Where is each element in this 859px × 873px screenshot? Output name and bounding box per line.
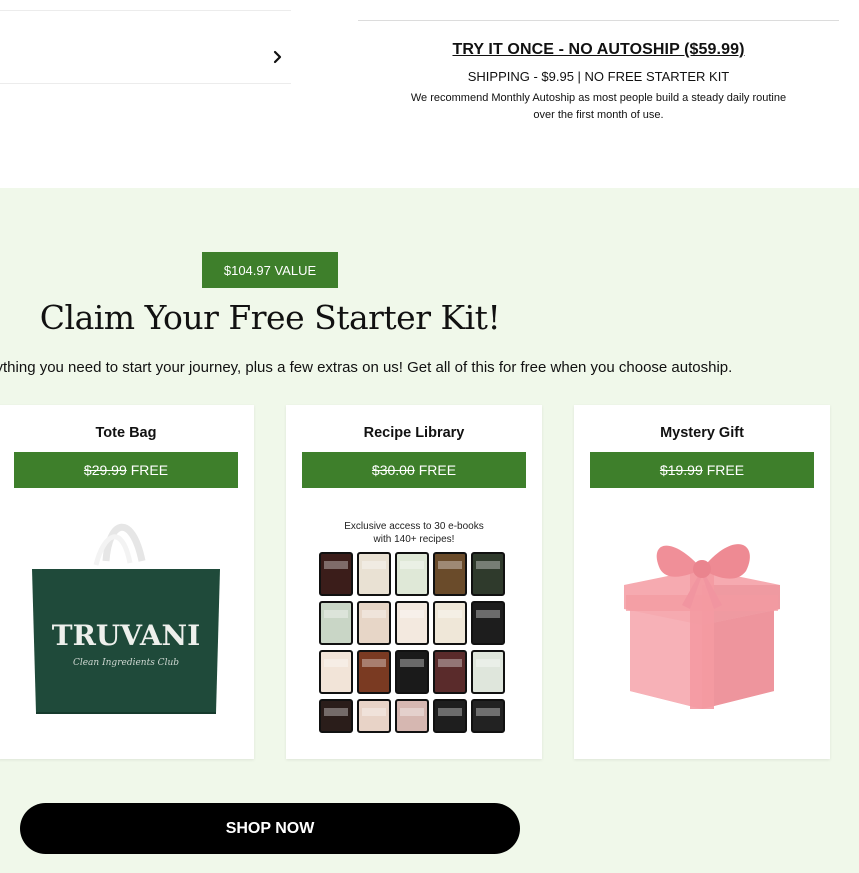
- ebook-cover-title-band: [400, 610, 424, 618]
- recipe-caption-line2: with 140+ recipes!: [373, 534, 455, 545]
- ebook-cover: [395, 601, 429, 645]
- try-once-option-title[interactable]: TRY IT ONCE - NO AUTOSHIP ($59.99): [358, 41, 839, 59]
- ebook-cover: [357, 650, 391, 694]
- purchase-options-section: TRY IT ONCE - NO AUTOSHIP ($59.99) SHIPP…: [0, 0, 859, 188]
- ebook-cover-title-band: [324, 659, 348, 667]
- old-price: $19.99: [659, 462, 703, 478]
- ebook-cover: [433, 650, 467, 694]
- starter-kit-description: Everything you need to start your journe…: [0, 359, 733, 376]
- price-bar: $30.00 FREE: [302, 452, 526, 488]
- ebook-cover: [319, 601, 353, 645]
- ebook-cover: [357, 601, 391, 645]
- kit-item-title: Mystery Gift: [660, 425, 744, 441]
- ebook-cover: [319, 552, 353, 596]
- recommendation-note: We recommend Monthly Autoship as most pe…: [410, 92, 787, 121]
- ebook-cover-title-band: [438, 610, 462, 618]
- price-bar: $29.99 FREE: [14, 452, 238, 488]
- ebook-grid: [319, 552, 505, 733]
- tote-brand-text: TRUVANI: [52, 619, 201, 652]
- ebook-cover-title-band: [476, 659, 500, 667]
- ebook-cover: [471, 650, 505, 694]
- gift-box-image: [624, 544, 780, 709]
- ebook-cover: [433, 601, 467, 645]
- ebook-cover-title-band: [400, 708, 424, 716]
- ebook-cover-title-band: [438, 561, 462, 569]
- ebook-cover-title-band: [362, 561, 386, 569]
- recipe-caption-line1: Exclusive access to 30 e-books: [344, 521, 484, 532]
- value-badge: $104.97 VALUE: [202, 252, 338, 288]
- free-label: FREE: [706, 462, 745, 478]
- ebook-cover: [395, 650, 429, 694]
- ebook-cover-title-band: [476, 561, 500, 569]
- ebook-cover: [471, 552, 505, 596]
- tote-sub-text: Clean Ingredients Club: [73, 658, 179, 668]
- ebook-cover-title-band: [476, 708, 500, 716]
- ebook-cover-title-band: [324, 561, 348, 569]
- accordion-row[interactable]: [0, 11, 291, 84]
- recipe-library-image: Exclusive access to 30 e-books with 140+…: [319, 521, 505, 733]
- ebook-cover: [471, 601, 505, 645]
- ebook-cover-title-band: [438, 708, 462, 716]
- tote-bag-image: TRUVANI Clean Ingredients Club: [32, 523, 220, 714]
- ebook-cover-title-band: [362, 610, 386, 618]
- free-label: FREE: [130, 462, 169, 478]
- kit-item-card-tote-bag: Tote Bag $29.99 FREE TRUVANI Clean Ingre…: [0, 405, 254, 759]
- kit-item-card-mystery-gift: Mystery Gift $19.99 FREE: [574, 405, 830, 759]
- kit-item-title: Recipe Library: [363, 425, 465, 441]
- ebook-cover: [319, 650, 353, 694]
- ebook-cover: [433, 552, 467, 596]
- page-title: Claim Your Free Starter Kit!: [39, 298, 501, 337]
- shipping-info: SHIPPING - $9.95 | NO FREE STARTER KIT: [467, 69, 730, 84]
- price-bar: $19.99 FREE: [590, 452, 814, 488]
- divider: [358, 20, 839, 21]
- ebook-cover-title-band: [400, 561, 424, 569]
- shop-now-button[interactable]: SHOP NOW: [20, 803, 520, 854]
- ebook-cover-title-band: [362, 659, 386, 667]
- free-label: FREE: [418, 462, 457, 478]
- old-price: $30.00: [371, 462, 415, 478]
- ebook-cover-title-band: [438, 659, 462, 667]
- ebook-cover: [395, 552, 429, 596]
- ebook-cover-title-band: [362, 708, 386, 716]
- kit-item-title: Tote Bag: [95, 425, 157, 441]
- ebook-cover: [357, 552, 391, 596]
- ebook-cover-title-band: [476, 610, 500, 618]
- chevron-right-icon: [273, 50, 282, 64]
- kit-item-card-recipe-library: Recipe Library $30.00 FREE Exclusive acc…: [286, 405, 542, 759]
- ebook-cover-title-band: [324, 610, 348, 618]
- old-price: $29.99: [83, 462, 127, 478]
- ebook-cover-title-band: [324, 708, 348, 716]
- ebook-cover-title-band: [400, 659, 424, 667]
